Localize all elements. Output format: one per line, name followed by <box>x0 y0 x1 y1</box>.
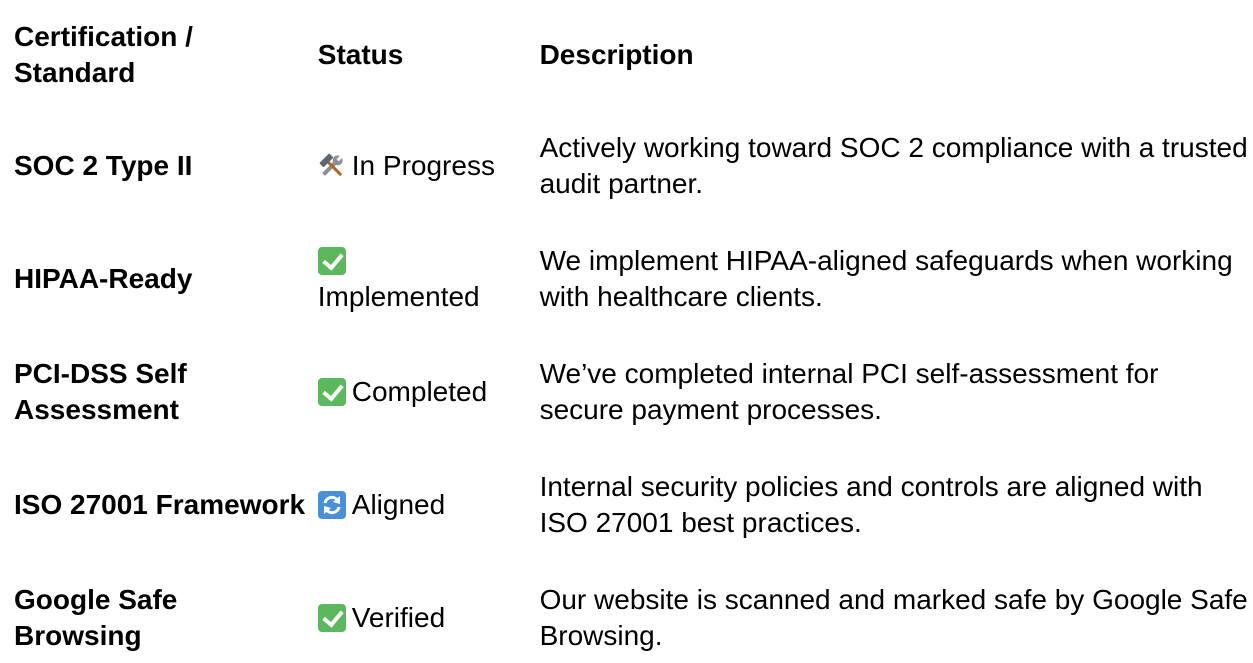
header-certification: Certification / Standard <box>14 21 193 88</box>
table-row: HIPAA-Ready Implemented We implement HIP… <box>14 222 1249 335</box>
certification-name: PCI-DSS Self Assessment <box>14 357 187 425</box>
status-cell: In Progress <box>318 148 540 184</box>
certification-name: ISO 27001 Framework <box>14 489 306 520</box>
tools-icon <box>318 152 346 180</box>
certification-name: SOC 2 Type II <box>14 150 193 181</box>
check-mark-icon <box>317 377 346 406</box>
status-label: In Progress <box>351 150 495 181</box>
status-label: Completed <box>351 375 488 407</box>
status-cell: Completed <box>317 374 540 410</box>
table-row: ISO 27001 Framework Aligned Internal sec… <box>14 448 1249 562</box>
status-label: Aligned <box>351 489 446 520</box>
table-header-row: Certification / Standard Status Descript… <box>14 0 1249 110</box>
status-cell: Implemented <box>317 243 540 315</box>
status-cell: Aligned <box>317 487 540 523</box>
table-row: PCI-DSS Self Assessment Completed We’ve … <box>14 335 1249 448</box>
status-cell: Verified <box>317 600 540 636</box>
certifications-table: Certification / Standard Status Descript… <box>14 0 1249 663</box>
certification-name: Google Safe Browsing <box>14 584 178 651</box>
header-status: Status <box>317 39 404 70</box>
status-description: Our website is scanned and marked safe b… <box>539 584 1248 651</box>
cycle-arrows-icon <box>317 491 346 519</box>
certification-name: HIPAA-Ready <box>14 262 193 294</box>
check-mark-icon <box>317 246 346 275</box>
status-description: We’ve completed internal PCI self-assess… <box>539 357 1159 425</box>
status-description: We implement HIPAA-aligned safeguards wh… <box>539 244 1233 312</box>
table-row: Google Safe Browsing Verified Our websit… <box>14 562 1249 663</box>
table-row: SOC 2 Type II In Progress Actively worki… <box>14 110 1249 222</box>
status-label: Implemented <box>317 280 480 312</box>
status-label: Verified <box>351 602 446 633</box>
check-mark-icon <box>317 604 346 632</box>
header-description: Description <box>539 39 694 70</box>
status-description: Internal security policies and controls … <box>539 471 1203 538</box>
status-description: Actively working toward SOC 2 compliance… <box>539 132 1248 199</box>
